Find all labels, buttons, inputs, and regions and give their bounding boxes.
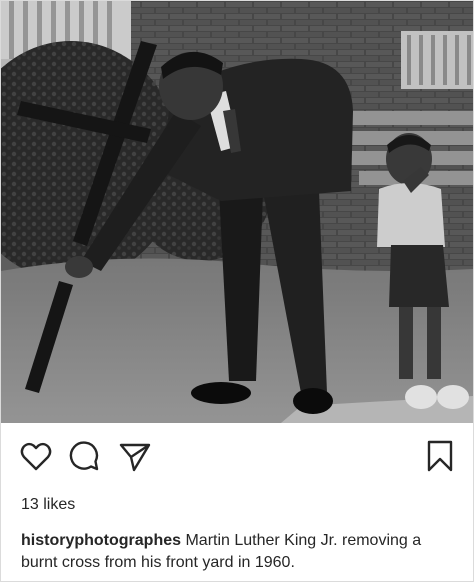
share-button[interactable] (118, 439, 152, 473)
like-button[interactable] (19, 439, 53, 473)
post-caption: historyphotographes Martin Luther King J… (21, 530, 461, 574)
instagram-post: 13 likes historyphotographes Martin Luth… (0, 0, 474, 582)
comment-button[interactable] (67, 439, 101, 473)
comment-icon (69, 441, 99, 471)
likes-count[interactable]: 13 likes (21, 496, 75, 514)
save-button[interactable] (423, 439, 457, 473)
bookmark-icon (427, 440, 453, 472)
heart-icon (20, 442, 52, 471)
post-photo[interactable] (1, 1, 473, 423)
share-icon (119, 443, 151, 472)
action-bar (1, 439, 473, 479)
caption-username[interactable]: historyphotographes (21, 532, 181, 549)
post-photo-image (1, 1, 473, 423)
